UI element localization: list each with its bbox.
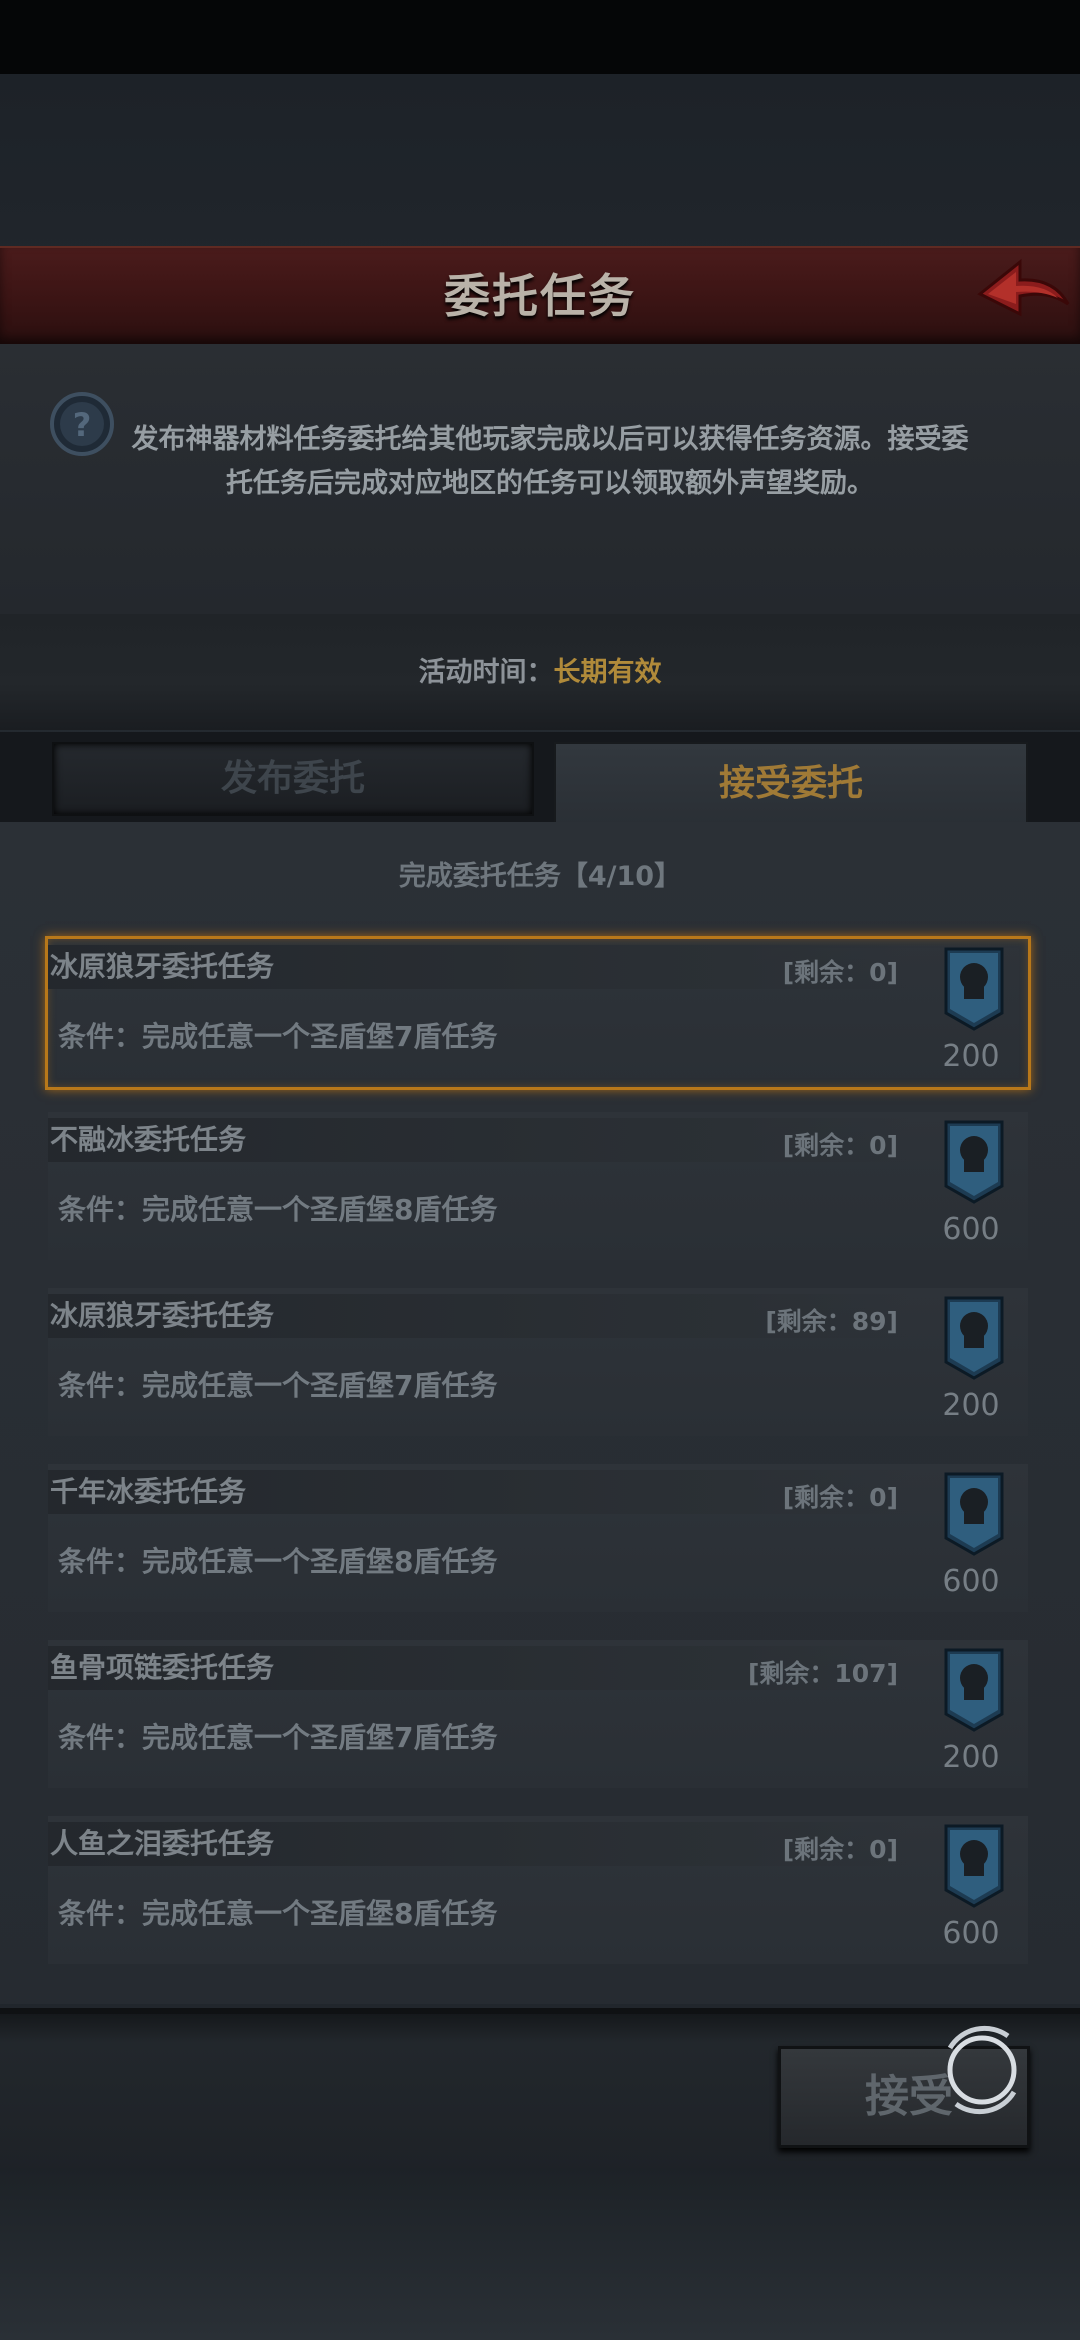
task-item[interactable]: 不融冰委托任务 [剩余：0] 条件：完成任意一个圣盾堡8盾任务 600 (48, 1112, 1028, 1260)
task-remain: [剩余：107] (747, 1659, 898, 1688)
task-name: 不融冰委托任务 (48, 1118, 910, 1162)
task-reward: 600 (942, 1916, 1000, 1951)
task-name: 冰原狼牙委托任务 (48, 945, 910, 989)
task-reward: 600 (942, 1564, 1000, 1599)
reputation-banner-icon (944, 1648, 1004, 1732)
bottom-background (0, 2168, 1080, 2340)
activity-time: 活动时间：长期有效 (0, 650, 1080, 689)
help-icon[interactable]: ? (48, 390, 116, 458)
task-reward: 600 (942, 1212, 1000, 1247)
back-arrow-icon[interactable] (974, 256, 1074, 332)
reputation-banner-icon (944, 947, 1004, 1031)
task-condition: 条件：完成任意一个圣盾堡7盾任务 (58, 1369, 498, 1402)
task-remain: [剩余：0] (782, 1131, 898, 1160)
task-reward: 200 (942, 1388, 1000, 1423)
reputation-banner-icon (944, 1824, 1004, 1908)
tab-accept[interactable]: 接受委托 (554, 742, 1028, 824)
task-remain: [剩余：0] (782, 1835, 898, 1864)
task-name: 千年冰委托任务 (48, 1470, 910, 1514)
loading-spinner-icon (947, 2025, 1017, 2115)
task-item[interactable]: 鱼骨项链委托任务 [剩余：107] 条件：完成任意一个圣盾堡7盾任务 200 (48, 1640, 1028, 1788)
task-item[interactable]: 冰原狼牙委托任务 [剩余：89] 条件：完成任意一个圣盾堡7盾任务 200 (48, 1288, 1028, 1436)
task-item[interactable]: 千年冰委托任务 [剩余：0] 条件：完成任意一个圣盾堡8盾任务 600 (48, 1464, 1028, 1612)
page-title: 委托任务 (444, 269, 636, 323)
status-bar (0, 0, 1080, 74)
task-progress-label: 完成委托任务【4/10】 (398, 861, 682, 892)
time-value: 长期有效 (553, 657, 662, 688)
task-remain: [剩余：0] (782, 958, 898, 987)
task-condition: 条件：完成任意一个圣盾堡7盾任务 (58, 1020, 498, 1053)
task-remain: [剩余：89] (765, 1307, 898, 1336)
task-remain: [剩余：0] (782, 1483, 898, 1512)
description-text: 发布神器材料任务委托给其他玩家完成以后可以获得任务资源。接受委托任务后完成对应地… (131, 424, 969, 499)
title-bar: 委托任务 (0, 246, 1080, 347)
task-condition: 条件：完成任意一个圣盾堡7盾任务 (58, 1721, 498, 1754)
task-reward: 200 (942, 1039, 1000, 1074)
task-condition: 条件：完成任意一个圣盾堡8盾任务 (58, 1193, 498, 1226)
task-item[interactable]: 冰原狼牙委托任务 [剩余：0] 条件：完成任意一个圣盾堡7盾任务 200 (45, 936, 1031, 1090)
svg-text:?: ? (73, 406, 92, 444)
task-name: 人鱼之泪委托任务 (48, 1822, 910, 1866)
reputation-banner-icon (944, 1120, 1004, 1204)
task-item[interactable]: 人鱼之泪委托任务 [剩余：0] 条件：完成任意一个圣盾堡8盾任务 600 (48, 1816, 1028, 1964)
task-condition: 条件：完成任意一个圣盾堡8盾任务 (58, 1897, 498, 1930)
task-reward: 200 (942, 1740, 1000, 1775)
tab-publish[interactable]: 发布委托 (52, 742, 534, 816)
task-condition: 条件：完成任意一个圣盾堡8盾任务 (58, 1545, 498, 1578)
time-label: 活动时间： (418, 657, 554, 688)
reputation-banner-icon (944, 1472, 1004, 1556)
reputation-banner-icon (944, 1296, 1004, 1380)
